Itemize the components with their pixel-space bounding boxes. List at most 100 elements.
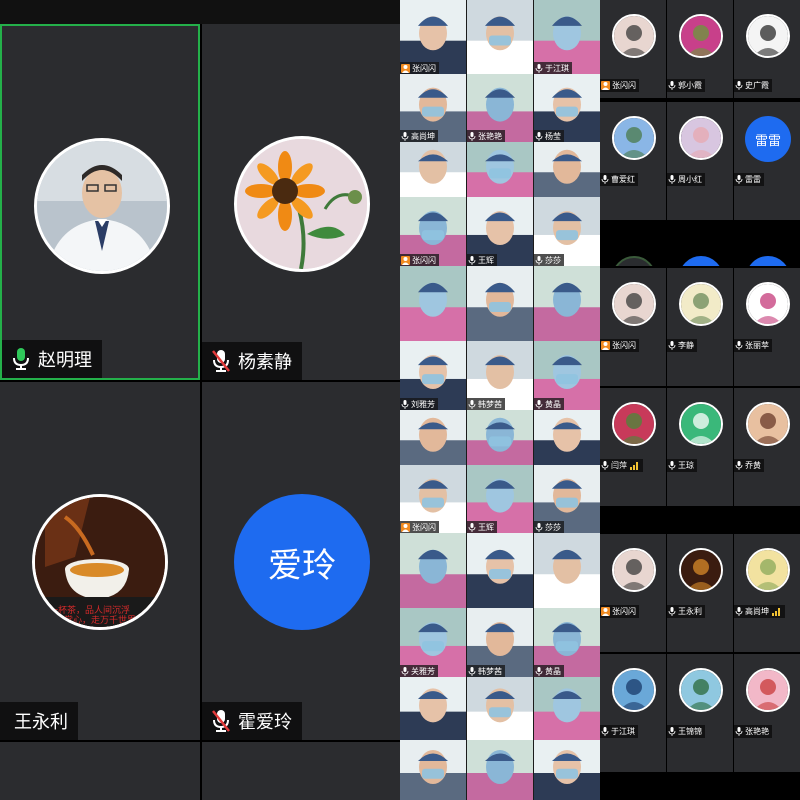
participant-avatar-label: 乔黄	[734, 459, 764, 472]
microphone-icon	[668, 341, 676, 350]
microphone-icon	[735, 175, 743, 184]
camera-feed-tile[interactable]: 张闪闪	[400, 0, 466, 74]
profile-picture-icon	[614, 404, 654, 444]
camera-feed-tile[interactable]	[400, 740, 466, 800]
participant-avatar-tile[interactable]: 于江琪	[600, 654, 666, 772]
camera-feed-tile[interactable]	[467, 677, 533, 740]
camera-feed-icon	[467, 740, 533, 800]
camera-feed-tile[interactable]: 王辉	[467, 197, 533, 266]
video-tile-5[interactable]	[0, 742, 200, 800]
participant-avatar-tile[interactable]: 王永利	[667, 534, 733, 652]
camera-feed-label: 于江琪	[534, 62, 572, 74]
participant-avatar-tile[interactable]: 高尚坤	[734, 534, 800, 652]
participant-avatar-tile[interactable]: 曹爱红	[600, 102, 666, 220]
camera-feed-tile[interactable]: 张闪闪	[400, 197, 466, 266]
participant-avatar	[679, 14, 723, 58]
profile-picture-icon	[748, 16, 788, 56]
sunflower-avatar	[234, 136, 370, 272]
participant-avatar-tile[interactable]: 王锦锦	[667, 654, 733, 772]
sunflower-photo-icon	[237, 139, 367, 269]
camera-feed-tile[interactable]: 高尚坤	[400, 74, 466, 142]
participant-name: 张艳艳	[745, 727, 769, 736]
camera-feed-tile[interactable]	[467, 142, 533, 197]
camera-feed-name: 黄晶	[545, 399, 561, 409]
video-tile-6[interactable]	[202, 742, 400, 800]
camera-feed-label: 高尚坤	[400, 130, 438, 142]
video-tile-1[interactable]: 赵明理	[0, 24, 200, 380]
camera-feed-tile[interactable]	[534, 142, 600, 197]
camera-feed-tile[interactable]: 黄晶	[534, 341, 600, 410]
participant-avatar	[679, 282, 723, 326]
participant-avatar-label: 李静	[667, 339, 697, 352]
camera-feed-tile[interactable]: 莎莎	[534, 465, 600, 533]
participant-name: 高尚坤	[745, 607, 769, 616]
camera-feed-tile[interactable]: 关雅芳	[400, 608, 466, 677]
camera-feed-label: 张闪闪	[400, 254, 439, 266]
camera-feed-tile[interactable]	[400, 142, 466, 197]
microphone-icon	[668, 81, 676, 90]
camera-feed-tile[interactable]: 黄晶	[534, 608, 600, 677]
camera-feed-tile[interactable]	[400, 410, 466, 465]
participant-name: 张闪闪	[612, 341, 636, 350]
camera-feed-tile[interactable]: 于江琪	[534, 0, 600, 74]
camera-feed-tile[interactable]	[467, 740, 533, 800]
camera-feed-tile[interactable]: 刘雅芳	[400, 341, 466, 410]
participant-avatar-label: 闫萍	[600, 459, 643, 472]
camera-feed-tile[interactable]: 杨莹	[534, 74, 600, 142]
camera-feed-tile[interactable]	[534, 410, 600, 465]
camera-feed-tile[interactable]	[534, 677, 600, 740]
participant-avatar	[612, 282, 656, 326]
participant-avatar-label: 高尚坤	[734, 605, 785, 618]
microphone-icon	[735, 607, 743, 616]
video-tile-2[interactable]: 杨素静	[202, 24, 400, 380]
video-tile-4[interactable]: 爱玲 霍爱玲	[202, 382, 400, 740]
profile-picture-icon	[614, 550, 654, 590]
camera-feed-tile[interactable]: 韩梦茜	[467, 608, 533, 677]
participant-avatar-label: 王锦锦	[667, 725, 705, 738]
camera-feed-icon	[467, 266, 533, 341]
participant-avatar-label: 张闪闪	[600, 79, 639, 92]
camera-feed-tile[interactable]	[534, 740, 600, 800]
camera-feed-tile[interactable]: 韩梦茜	[467, 341, 533, 410]
camera-feed-tile[interactable]	[467, 0, 533, 74]
participant-avatar-tile[interactable]: 史广霞	[734, 0, 800, 98]
camera-feed-tile[interactable]	[400, 677, 466, 740]
participant-avatar-label: 于江琪	[600, 725, 638, 738]
camera-feed-name: 于江琪	[545, 63, 569, 73]
participant-name: 周小红	[678, 175, 702, 184]
participant-avatar-tile[interactable]: 周小红	[667, 102, 733, 220]
camera-feed-tile[interactable]	[400, 533, 466, 608]
participant-avatar-tile[interactable]: 张丽苹	[734, 268, 800, 386]
participant-avatar-tile[interactable]: 张闪闪	[600, 534, 666, 652]
camera-feed-tile[interactable]: 莎莎	[534, 197, 600, 266]
participant-avatar-tile[interactable]: 乔黄	[734, 388, 800, 506]
profile-picture-icon	[681, 16, 721, 56]
participant-avatar	[612, 116, 656, 160]
camera-feed-tile[interactable]	[467, 533, 533, 608]
microphone-icon	[668, 727, 676, 736]
camera-feed-icon	[467, 410, 533, 465]
participant-avatar	[612, 668, 656, 712]
video-tile-3[interactable]: 一杯茶，品人间沉浮 平常心，走万千世界 王永利	[0, 382, 200, 740]
svg-text:平常心，走万千世界: 平常心，走万千世界	[55, 614, 136, 626]
participant-avatar-tile[interactable]: 王琼	[667, 388, 733, 506]
camera-feed-tile[interactable]	[467, 266, 533, 341]
participant-avatar-tile[interactable]: 张闪闪	[600, 0, 666, 98]
camera-feed-tile[interactable]	[467, 410, 533, 465]
participant-avatar-tile[interactable]: 雷雷 雷雷	[734, 102, 800, 220]
participant-avatar-tile[interactable]: 郭小霞	[667, 0, 733, 98]
text-avatar: 雷雷	[745, 116, 791, 162]
participant-avatar-label: 王永利	[667, 605, 705, 618]
participant-avatar-tile[interactable]: 李静	[667, 268, 733, 386]
camera-feed-tile[interactable]	[534, 533, 600, 608]
camera-feed-name: 关雅芳	[411, 666, 435, 676]
camera-feed-tile[interactable]: 张艳艳	[467, 74, 533, 142]
participant-avatar-tile[interactable]: 闫萍	[600, 388, 666, 506]
camera-feed-tile[interactable]: 王辉	[467, 465, 533, 533]
camera-feed-icon	[400, 266, 466, 341]
camera-feed-tile[interactable]	[400, 266, 466, 341]
participant-avatar-tile[interactable]: 张闪闪	[600, 268, 666, 386]
camera-feed-tile[interactable]	[534, 266, 600, 341]
camera-feed-tile[interactable]: 张闪闪	[400, 465, 466, 533]
participant-avatar-tile[interactable]: 张艳艳	[734, 654, 800, 772]
